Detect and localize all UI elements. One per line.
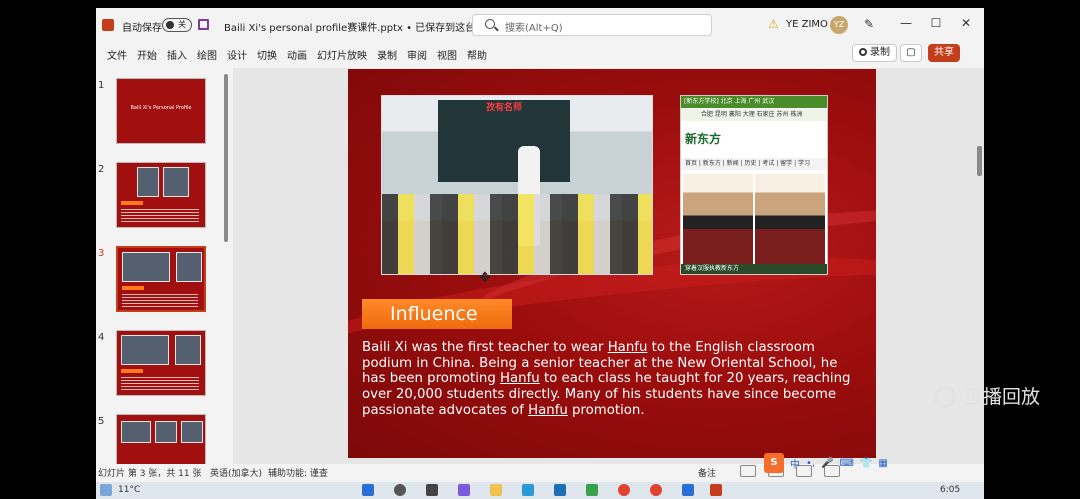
tab-file[interactable]: 文件 — [102, 47, 132, 62]
maximize-button[interactable]: ☐ — [926, 16, 946, 30]
windows-taskbar: 11°C 6:05 — [96, 482, 984, 499]
thumbnail-title: Baili Xi's Personal Profile — [130, 105, 192, 111]
keyboard-icon[interactable]: ⌨ — [840, 458, 854, 469]
search-icon[interactable] — [394, 484, 406, 496]
portrait-photo — [683, 174, 753, 266]
powerpoint-logo-icon — [102, 19, 114, 31]
tab-transitions[interactable]: 切换 — [252, 47, 282, 62]
thumbnail-number: 1 — [98, 80, 105, 91]
weather-icon[interactable] — [100, 484, 112, 496]
notes-button[interactable]: 备注 — [698, 466, 716, 479]
search-icon — [485, 19, 495, 29]
pen-icon[interactable]: ✎ — [864, 17, 874, 31]
chrome-icon[interactable] — [650, 484, 662, 496]
web-nav: [新东方学校] 北京 上海 广州 武汉 — [681, 96, 827, 108]
thumbnail-number: 5 — [98, 416, 105, 427]
microphone-icon[interactable]: 🎤 — [821, 458, 833, 469]
slide-body-text[interactable]: Baili Xi was the first teacher to wear H… — [362, 340, 852, 419]
title-bar: 自动保存 关 Baili Xi's personal profile赛课件.pp… — [96, 8, 984, 42]
toolbox-icon[interactable]: ▦ — [878, 458, 887, 469]
tab-animations[interactable]: 动画 — [282, 47, 312, 62]
avatar[interactable]: YZ — [830, 16, 848, 34]
ribbon-tabs: 文件 开始 插入 绘图 设计 切换 动画 幻灯片放映 录制 审阅 视图 帮助 录… — [96, 42, 984, 66]
classroom-photo[interactable]: 孜有名师 — [381, 95, 653, 275]
record-icon — [859, 48, 867, 56]
autosave-toggle[interactable]: 关 — [162, 18, 192, 32]
powerpoint-taskbar-icon[interactable] — [710, 484, 722, 496]
app-icon[interactable] — [682, 484, 694, 496]
minimize-button[interactable]: — — [896, 16, 916, 30]
close-button[interactable]: ✕ — [956, 16, 976, 30]
tab-draw[interactable]: 绘图 — [192, 47, 222, 62]
thumbnail-number: 2 — [98, 164, 105, 175]
punctuation-icon[interactable]: •, — [806, 458, 815, 469]
body-text-segment: promotion. — [567, 402, 645, 418]
search-box[interactable]: 搜索(Alt+Q) — [472, 14, 712, 36]
tab-home[interactable]: 开始 — [132, 47, 162, 62]
new-oriental-logo: 新东方 — [685, 132, 722, 146]
thumbnail-number: 3 — [98, 248, 105, 259]
document-title[interactable]: Baili Xi's personal profile赛课件.pptx • 已保… — [224, 19, 507, 34]
thumbnail-scrollbar[interactable] — [224, 74, 228, 242]
ime-language[interactable]: 中 — [790, 456, 800, 471]
record-button[interactable]: 录制 — [852, 44, 897, 62]
save-icon[interactable] — [198, 19, 209, 30]
edge-icon[interactable] — [522, 484, 534, 496]
thumbnail-number: 4 — [98, 332, 105, 343]
slide-thumbnail-pane: 1 Baili Xi's Personal Profile 2 3 4 5 — [96, 70, 232, 480]
playback-watermark: 直播回放 — [934, 382, 1040, 409]
slide-editing-area: 孜有名师 [新东方学校] 北京 上海 广州 武汉 合肥 昆明 襄阳 大理 石家庄… — [233, 68, 984, 468]
search-placeholder: 搜索(Alt+Q) — [505, 23, 563, 34]
accessibility-check[interactable]: 辅助功能: 谨查 — [268, 466, 328, 479]
body-text-hanfu: Hanfu — [500, 371, 540, 387]
web-menu: 首页 | 新东方 | 新闻 | 历史 | 考试 | 留学 | 学习 — [681, 158, 827, 170]
ime-toolbar: S 中 •, 🎤 ⌨ 👕 ▦ — [764, 452, 888, 474]
watermark-text: 直播回放 — [964, 386, 1041, 408]
store-icon[interactable] — [554, 484, 566, 496]
language-indicator[interactable]: 英语(加拿大) — [210, 466, 262, 479]
slide-3[interactable]: 孜有名师 [新东方学校] 北京 上海 广州 武汉 合肥 昆明 襄阳 大理 石家庄… — [348, 69, 876, 458]
user-name[interactable]: YE ZIMO — [786, 19, 828, 30]
skin-icon[interactable]: 👕 — [860, 458, 872, 469]
slide-count: 幻灯片 第 3 张，共 11 张 — [98, 469, 202, 479]
portrait-photo — [755, 174, 825, 266]
warning-icon[interactable]: ⚠ — [768, 17, 779, 31]
body-text-hanfu: Hanfu — [528, 402, 568, 418]
website-screenshot[interactable]: [新东方学校] 北京 上海 广州 武汉 合肥 昆明 襄阳 大理 石家庄 苏州 株… — [680, 95, 828, 275]
tab-insert[interactable]: 插入 — [162, 47, 192, 62]
web-caption: 穿着汉服执教新东方 — [681, 264, 827, 274]
record-label: 录制 — [870, 47, 890, 58]
powerpoint-window: 自动保存 关 Baili Xi's personal profile赛课件.pp… — [96, 8, 984, 499]
start-icon[interactable] — [362, 484, 374, 496]
tab-help[interactable]: 帮助 — [462, 47, 492, 62]
share-button[interactable]: 共享 — [928, 44, 960, 62]
tab-record[interactable]: 录制 — [372, 47, 402, 62]
classroom-banner: 孜有名师 — [485, 103, 522, 113]
clock[interactable]: 6:05 — [940, 485, 960, 495]
sogou-ime-icon[interactable]: S — [764, 453, 784, 473]
autosave-label: 自动保存 — [122, 23, 162, 34]
web-nav-cities: 合肥 昆明 襄阳 大理 石家庄 苏州 株洲 — [681, 109, 827, 121]
record-ring-icon — [934, 386, 956, 408]
body-text-segment: Baili Xi was the first teacher to wear — [362, 340, 608, 355]
comment-button[interactable]: ▢ — [900, 44, 922, 62]
body-text-hanfu: Hanfu — [607, 340, 648, 355]
tab-review[interactable]: 审阅 — [402, 47, 432, 62]
task-view-icon[interactable] — [426, 484, 438, 496]
teams-icon[interactable] — [458, 484, 470, 496]
weather-temp: 11°C — [118, 485, 141, 495]
file-explorer-icon[interactable] — [490, 484, 502, 496]
influence-heading[interactable]: Influence — [362, 299, 512, 329]
tab-slideshow[interactable]: 幻灯片放映 — [312, 47, 372, 62]
chrome-icon[interactable] — [618, 484, 630, 496]
tab-view[interactable]: 视图 — [432, 47, 462, 62]
tab-design[interactable]: 设计 — [222, 47, 252, 62]
normal-view-icon[interactable] — [740, 465, 756, 477]
mouse-cursor-icon: ✥ — [479, 270, 491, 286]
app-icon[interactable] — [586, 484, 598, 496]
